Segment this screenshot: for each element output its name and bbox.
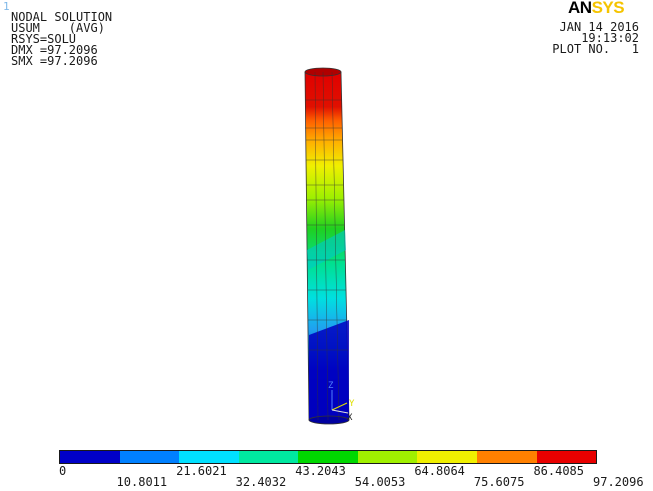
legend-value-label: 54.0053 <box>354 475 406 489</box>
legend-color-band <box>119 451 180 463</box>
legend-value-label: 75.6075 <box>473 475 525 489</box>
legend-color-band <box>357 451 418 463</box>
legend-value-label: 10.8011 <box>116 475 168 489</box>
triad-y-label: Y <box>349 399 355 409</box>
legend-color-band <box>238 451 299 463</box>
legend-value-label: 43.2043 <box>295 464 346 478</box>
column-body <box>304 67 350 425</box>
legend-value-label: 86.4085 <box>533 464 585 478</box>
legend-color-band <box>60 451 120 463</box>
legend-value-label: 64.8064 <box>414 464 465 478</box>
triad-x-label: X <box>347 413 353 423</box>
legend-color-band <box>536 451 597 463</box>
fe-model-view[interactable]: Z Y X <box>0 0 653 440</box>
legend-value-label: 0 <box>59 464 67 478</box>
legend-value-label: 32.4032 <box>235 475 287 489</box>
legend-color-band <box>179 451 239 463</box>
contour-legend-bar <box>59 450 597 464</box>
legend-color-band <box>476 451 537 463</box>
legend-value-label: 21.6021 <box>176 464 227 478</box>
triad-z-label: Z <box>328 381 334 391</box>
legend-value-label: 97.2096 <box>593 475 644 489</box>
legend-color-band <box>298 451 358 463</box>
legend-color-band <box>417 451 477 463</box>
